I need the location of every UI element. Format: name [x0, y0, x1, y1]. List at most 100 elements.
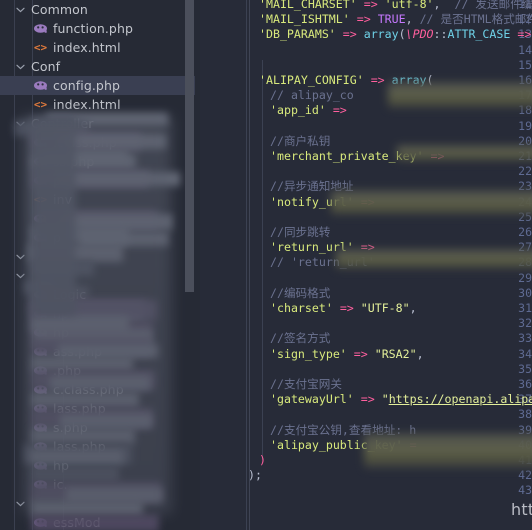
chevron-down-icon: [14, 57, 27, 76]
code-token: //签名方式: [270, 331, 331, 346]
tree-item-label: lass.php: [53, 401, 106, 416]
tree-item-file-blurred-9[interactable]: Logic: [0, 285, 200, 304]
tree-item-controller-folder[interactable]: Controller: [0, 114, 200, 133]
code-token: \PDO: [405, 27, 434, 42]
sidebar-scrollbar-thumb[interactable]: [185, 0, 194, 292]
chevron-down-icon: [14, 247, 27, 266]
code-line-15[interactable]: [248, 58, 255, 73]
project-file-tree-panel[interactable]: Common function.php <> index.html Conf config…: [0, 0, 200, 530]
tree-item-file-blurred-14[interactable]: c.class.php: [0, 380, 200, 399]
code-line-40[interactable]: 'alipay_public_key' =: [270, 438, 417, 453]
tree-item-file-blurred-17[interactable]: lass.php: [0, 437, 200, 456]
code-line-31[interactable]: 'charset' => "UTF-8",: [270, 301, 417, 316]
tree-item-file-blurred-5[interactable]: [0, 209, 200, 228]
code-line-34[interactable]: 'sign_type' => "RSA2",: [270, 347, 424, 362]
code-token: TRUE: [377, 12, 406, 27]
tree-item-conf-folder[interactable]: Conf: [0, 57, 200, 76]
code-line-16[interactable]: 'ALIPAY_CONFIG' => array(: [259, 73, 434, 88]
code-token: =>: [360, 240, 375, 255]
code-line-43[interactable]: [248, 483, 255, 498]
code-line-12[interactable]: 'MAIL_ISHTML' => TRUE, // 是否HTML格式邮件: [259, 12, 532, 27]
code-line-42[interactable]: );: [248, 468, 262, 483]
code-line-39[interactable]: //支付宝公钥,查看地址: h: [270, 423, 416, 438]
code-line-18[interactable]: 'app_id' =>: [270, 103, 347, 118]
code-line-41[interactable]: ): [259, 453, 266, 468]
tree-item-function-php[interactable]: function.php: [0, 19, 200, 38]
code-token: 'MAIL_CHARSET': [259, 0, 357, 11]
tree-item-file-blurred-3[interactable]: p: [0, 171, 200, 190]
tree-item-file-blurred-13[interactable]: .php: [0, 361, 200, 380]
tree-item-file-blurred-15[interactable]: lass.php: [0, 399, 200, 418]
code-line-26[interactable]: //同步跳转: [270, 225, 330, 240]
code-line-21[interactable]: 'merchant_private_key' =>: [270, 149, 445, 164]
tree-item-file-blurred-20[interactable]: [0, 494, 200, 513]
tree-item-file-blurred-12[interactable]: ass.php: [0, 342, 200, 361]
code-editor-pane[interactable]: 11 12 13 14 15 16 17 18 19 20 21 22 23 24 25 26 27 28 29 30…: [200, 0, 532, 530]
tree-item-file-blurred-10[interactable]: hp: [0, 304, 200, 323]
php-icon: [32, 380, 49, 399]
tree-item-common-folder[interactable]: Common: [0, 0, 200, 19]
code-line-20[interactable]: //商户私钥: [270, 134, 330, 149]
tree-item-label: config.php: [53, 78, 121, 93]
code-text-area[interactable]: 'MAIL_CHARSET' => 'utf-8', // 发送邮件编码'MAI…: [244, 0, 532, 530]
code-line-13[interactable]: 'DB_PARAMS' => array(\PDO::ATTR_CASE => …: [259, 27, 532, 42]
tree-item-file-blurred-4[interactable]: <> inv: [0, 190, 200, 209]
code-line-35[interactable]: [248, 362, 255, 377]
chevron-down-icon: [14, 266, 27, 285]
code-line-30[interactable]: //编码格式: [270, 286, 330, 301]
code-token: https://openapi.alipay.: [388, 392, 532, 407]
tree-item-label: ass.php: [53, 344, 103, 359]
code-token: ): [259, 453, 266, 467]
code-line-38[interactable]: [248, 407, 255, 422]
tree-item-label: hp: [53, 306, 70, 321]
tree-item-file-blurred-16[interactable]: s.php: [0, 418, 200, 437]
tree-item-file-blurred-2[interactable]: ss.php: [0, 152, 200, 171]
code-line-23[interactable]: //异步通知地址: [270, 179, 354, 194]
code-token: 'app_id': [270, 103, 326, 118]
code-token: =>: [339, 301, 354, 315]
code-line-27[interactable]: 'return_url' =>: [270, 240, 375, 255]
code-line-17[interactable]: // alipay_co: [270, 88, 354, 103]
code-line-22[interactable]: [248, 164, 255, 179]
tree-item-file-blurred-11[interactable]: hp: [0, 323, 200, 342]
ide-window: Common function.php <> index.html Conf config…: [0, 0, 532, 530]
tree-item-index-html-1[interactable]: <> index.html: [0, 38, 200, 57]
tree-item-file-blurred-21[interactable]: essMod: [0, 513, 200, 530]
code-token: 'gatewayUrl': [270, 392, 354, 407]
code-line-32[interactable]: [248, 316, 255, 331]
tree-item-file-blurred-8[interactable]: [0, 266, 200, 285]
code-token: ATTR_CASE: [447, 27, 511, 42]
tree-item-label: index.html: [53, 40, 121, 55]
tree-item-file-blurred-6[interactable]: p: [0, 228, 200, 247]
tree-item-config-php[interactable]: config.php: [0, 76, 200, 95]
code-line-37[interactable]: 'gatewayUrl' => "https://openapi.alipay.: [270, 392, 532, 407]
tree-item-file-blurred-19[interactable]: ic.: [0, 475, 200, 494]
tree-item-file-blurred-7[interactable]: [0, 247, 200, 266]
code-line-14[interactable]: [248, 43, 255, 58]
code-line-11[interactable]: 'MAIL_CHARSET' => 'utf-8', // 发送邮件编码: [259, 0, 532, 12]
code-line-19[interactable]: [248, 119, 255, 134]
code-token: =>: [517, 27, 532, 42]
tree-item-file-blurred-18[interactable]: hp: [0, 456, 200, 475]
tree-item-index-html-2[interactable]: <> index.html: [0, 95, 200, 114]
code-token: (: [398, 27, 406, 42]
code-token: =>: [360, 392, 375, 407]
code-line-33[interactable]: //签名方式: [270, 331, 330, 346]
code-line-25[interactable]: [248, 210, 255, 225]
code-line-24[interactable]: 'notify_url' =>: [270, 195, 375, 210]
code-line-28[interactable]: // 'return_url': [270, 255, 375, 270]
tree-item-label: Logic: [53, 287, 87, 302]
code-line-36[interactable]: //支付宝网关: [270, 377, 342, 392]
code-line-29[interactable]: [248, 271, 255, 286]
code-token: =>: [342, 27, 357, 42]
tree-item-file-blurred-1[interactable]: .class.php: [0, 133, 200, 152]
code-token: 'DB_PARAMS': [259, 27, 336, 42]
